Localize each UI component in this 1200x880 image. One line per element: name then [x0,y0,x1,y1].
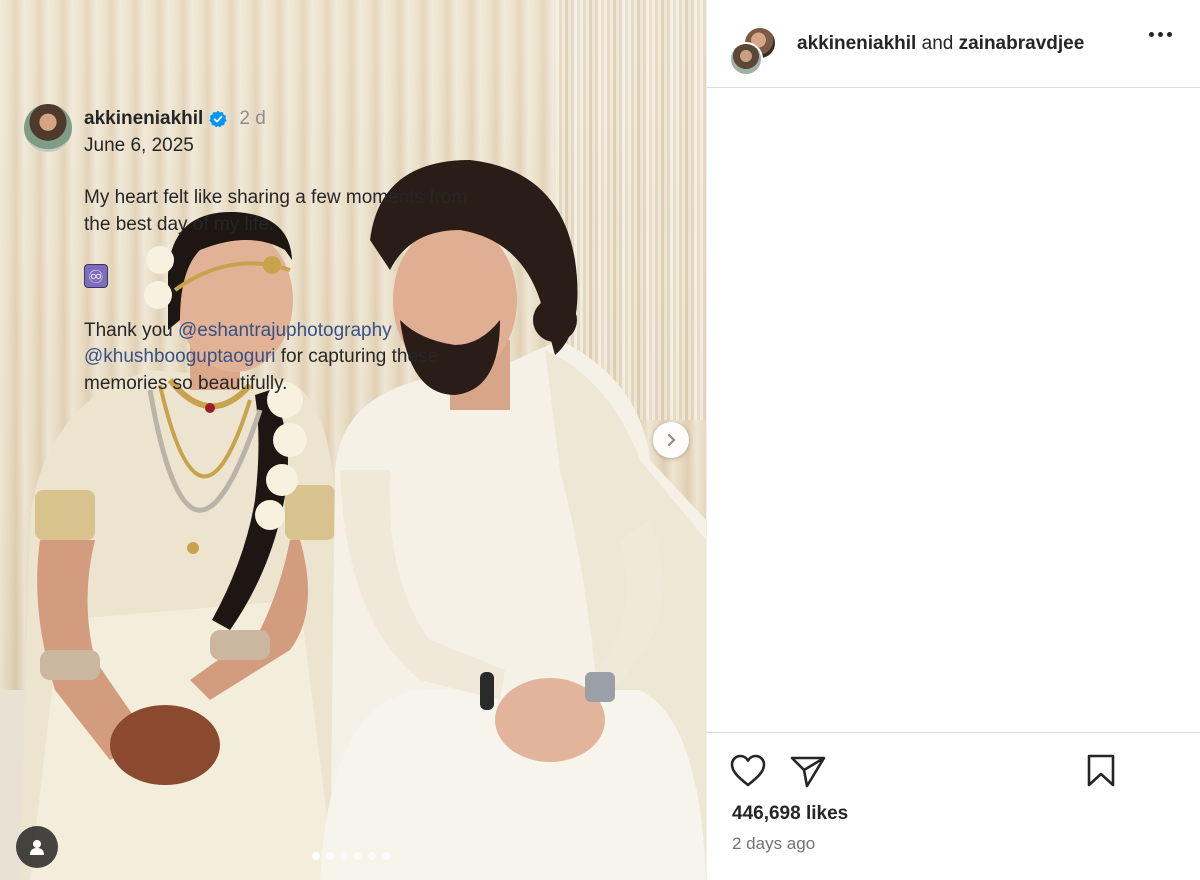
header-username-1[interactable]: akkineniakhil [797,33,916,54]
caption-thanks: Thank you @eshantrajuphotography @khushbo… [84,318,484,398]
post-side-panel: akkineniakhil and zainabravdjee [706,0,1200,880]
post-date: June 6, 2025 [84,134,194,156]
collab-avatars[interactable] [729,18,781,76]
more-dot [1158,32,1163,37]
carousel-indicator [312,852,390,860]
like-button[interactable] [730,754,766,793]
carousel-dot [312,852,320,860]
post-timestamp[interactable]: 2 days ago [732,834,815,854]
infinity-emoji: ♾ [84,264,108,288]
carousel-dot [354,852,362,860]
likes-count[interactable]: 446,698 likes [732,803,848,825]
more-options-button[interactable] [1149,32,1172,37]
post-header: akkineniakhil and zainabravdjee [707,0,1200,88]
heart-icon [730,754,766,787]
author-line: akkineniakhil 2 d [84,106,484,133]
header-username-2[interactable]: zainabravdjee [959,33,1085,54]
thanks-prefix: Thank you [84,319,178,341]
author-username[interactable]: akkineniakhil [84,106,203,133]
carousel-dot [382,852,390,860]
caption-emoji-line: ♾ [84,264,484,292]
mention-link-2[interactable]: @khushbooguptaoguri [84,346,275,367]
author-avatar[interactable] [24,104,72,152]
share-button[interactable] [790,755,826,794]
carousel-dot [326,852,334,860]
bookmark-icon [1087,754,1115,787]
header-joiner: and [921,32,954,54]
send-icon [790,756,826,788]
mention-link-1[interactable]: @eshantrajuphotography [178,320,392,341]
next-photo-button[interactable] [653,422,689,458]
avatar [729,41,763,76]
user-tag-icon [30,840,44,855]
post-age[interactable]: 2 d [239,106,265,133]
chevron-right-icon [667,433,676,447]
tagged-users-button[interactable] [16,826,58,868]
save-button[interactable] [1086,754,1116,793]
more-dot [1167,32,1172,37]
more-horizontal-icon [1149,32,1154,37]
collab-names: akkineniakhil and zainabravdjee [797,33,1084,55]
actions-divider [706,732,1200,733]
caption-text: My heart felt like sharing a few moments… [84,187,468,235]
carousel-dot [368,852,376,860]
post-caption: akkineniakhil 2 d June 6, 2025 My heart … [84,106,484,423]
verified-badge-icon [209,111,227,128]
carousel-dot [340,852,348,860]
